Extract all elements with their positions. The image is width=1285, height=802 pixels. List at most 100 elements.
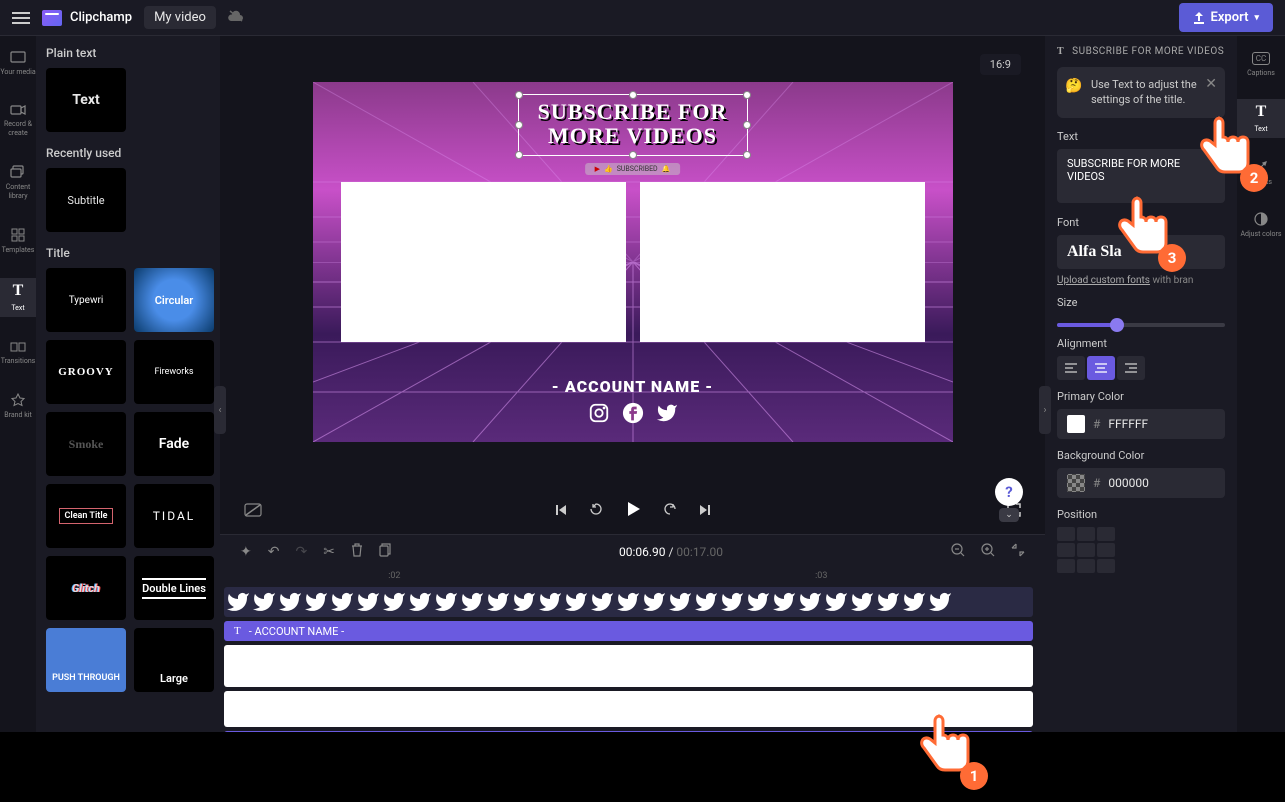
subscribed-badge: ▶👍SUBSCRIBED🔔 <box>585 163 681 175</box>
redo-button[interactable]: ↷ <box>295 544 307 560</box>
pos-br[interactable] <box>1097 559 1115 573</box>
hide-safe-zone-button[interactable] <box>244 502 262 521</box>
help-expand[interactable]: ⌄ <box>999 508 1019 522</box>
track-video-1[interactable] <box>224 645 1033 687</box>
title-thumb-glitch[interactable]: Glitch <box>46 556 126 620</box>
close-tip-button[interactable]: ✕ <box>1205 75 1217 95</box>
time-ruler[interactable]: :02 :03 <box>224 569 1045 587</box>
export-button[interactable]: Export ▾ <box>1179 3 1273 32</box>
slider-thumb[interactable] <box>1110 318 1124 332</box>
pos-mc[interactable] <box>1077 543 1095 557</box>
aspect-ratio-badge[interactable]: 16:9 <box>980 54 1021 75</box>
brand-icon <box>11 393 25 407</box>
recent-subtitle-thumb[interactable]: Subtitle <box>46 168 126 232</box>
title-thumb-large[interactable]: Large <box>134 628 214 692</box>
preview-canvas[interactable]: SUBSCRIBE FORMORE VIDEOS ▶👍SUBSCRIBED🔔 -… <box>313 82 953 442</box>
align-center-button[interactable] <box>1087 356 1115 380</box>
bottom-black-bar <box>0 732 1285 802</box>
play-button[interactable] <box>624 500 642 522</box>
collapse-props-panel[interactable]: › <box>1039 386 1051 434</box>
title-thumb-fade[interactable]: Fade <box>134 412 214 476</box>
library-icon <box>10 165 26 179</box>
help-button[interactable]: ? <box>995 478 1023 506</box>
right-effects[interactable]: Effects <box>1237 156 1285 190</box>
title-thumb-tidal[interactable]: TIDAL <box>134 484 214 548</box>
delete-button[interactable] <box>351 543 363 561</box>
size-slider[interactable] <box>1057 323 1225 327</box>
track-account-name[interactable]: T- ACCOUNT NAME - <box>224 621 1033 641</box>
plain-text-thumb[interactable]: Text <box>46 68 126 132</box>
title-thumb-clean-title[interactable]: Clean Title <box>46 484 126 548</box>
title-thumb-groovy[interactable]: GROOVY <box>46 340 126 404</box>
export-icon <box>1193 12 1205 24</box>
zoom-in-button[interactable] <box>981 543 995 561</box>
plain-text-heading: Plain text <box>46 46 210 60</box>
align-right-button[interactable] <box>1117 356 1145 380</box>
nav-record-create[interactable]: Record & create <box>0 100 36 141</box>
chevron-down-icon: ▾ <box>1254 13 1259 23</box>
preview-account-name[interactable]: - ACCOUNT NAME - <box>552 377 714 396</box>
lightbulb-emoji-icon: 🤔 <box>1065 77 1082 97</box>
track-video-2[interactable] <box>224 691 1033 727</box>
ai-button[interactable]: ✦ <box>240 544 252 560</box>
font-select[interactable]: Alfa Sla <box>1057 235 1225 269</box>
instagram-icon <box>588 402 610 424</box>
skip-start-button[interactable] <box>554 502 568 521</box>
hamburger-menu[interactable] <box>12 12 30 24</box>
nav-content-library[interactable]: Content library <box>0 161 36 204</box>
skip-end-button[interactable] <box>698 502 712 521</box>
title-thumb-circular[interactable]: Circular <box>134 268 214 332</box>
transitions-icon <box>10 341 26 353</box>
pos-mr[interactable] <box>1097 543 1115 557</box>
text-input[interactable] <box>1057 149 1225 203</box>
alignment-label: Alignment <box>1057 337 1225 350</box>
nav-transitions[interactable]: Transitions <box>0 337 36 369</box>
project-name[interactable]: My video <box>144 6 216 29</box>
background-color-label: Background Color <box>1057 449 1225 462</box>
video-placeholder-right[interactable] <box>640 182 925 342</box>
pos-tc[interactable] <box>1077 527 1095 541</box>
track-twitter[interactable] <box>224 587 1033 617</box>
pos-bc[interactable] <box>1077 559 1095 573</box>
nav-your-media[interactable]: Your media <box>0 46 36 80</box>
text-label: Text <box>1057 130 1225 143</box>
undo-button[interactable]: ↶ <box>268 544 280 560</box>
title-thumb-push-through[interactable]: PUSH THROUGH <box>46 628 126 692</box>
right-captions[interactable]: CC Captions <box>1237 48 1285 81</box>
title-thumb-double-lines[interactable]: Double Lines <box>134 556 214 620</box>
primary-color-picker[interactable]: #FFFFFF <box>1057 409 1225 439</box>
text-side-panel: Plain text Text Recently used Subtitle T… <box>36 36 220 802</box>
facebook-icon <box>622 402 644 424</box>
timeline-toolbar: ✦ ↶ ↷ ✂ 00:06.90 / 00:17.00 <box>220 534 1045 569</box>
app-logo[interactable]: Clipchamp <box>42 10 132 26</box>
font-label: Font <box>1057 216 1225 229</box>
background-color-picker[interactable]: #000000 <box>1057 468 1225 498</box>
forward-button[interactable] <box>662 501 678 521</box>
right-adjust-colors[interactable]: Adjust colors <box>1237 208 1285 242</box>
split-button[interactable]: ✂ <box>323 544 335 560</box>
adjust-icon <box>1254 212 1268 226</box>
app-name: Clipchamp <box>70 10 132 25</box>
captions-icon: CC <box>1252 52 1270 65</box>
fit-timeline-button[interactable] <box>1011 543 1025 561</box>
clipchamp-icon <box>42 10 62 26</box>
video-placeholder-left[interactable] <box>341 182 626 342</box>
zoom-out-button[interactable] <box>951 543 965 561</box>
right-text[interactable]: T Text <box>1237 99 1285 137</box>
primary-color-label: Primary Color <box>1057 390 1225 403</box>
nav-brand-kit[interactable]: Brand kit <box>0 389 36 423</box>
title-thumb-typewriter[interactable]: Typewri <box>46 268 126 332</box>
preview-title-text[interactable]: SUBSCRIBE FORMORE VIDEOS <box>538 100 728 148</box>
title-thumb-smoke[interactable]: Smoke <box>46 412 126 476</box>
pos-bl[interactable] <box>1057 559 1075 573</box>
nav-templates[interactable]: Templates <box>0 224 36 258</box>
pos-ml[interactable] <box>1057 543 1075 557</box>
title-thumb-fireworks[interactable]: Fireworks <box>134 340 214 404</box>
align-left-button[interactable] <box>1057 356 1085 380</box>
pos-tr[interactable] <box>1097 527 1115 541</box>
rewind-button[interactable] <box>588 501 604 521</box>
duplicate-button[interactable] <box>379 543 391 561</box>
pos-tl[interactable] <box>1057 527 1075 541</box>
nav-text[interactable]: T Text <box>0 278 36 316</box>
upload-fonts-link[interactable]: Upload custom fonts with bran <box>1057 275 1225 286</box>
